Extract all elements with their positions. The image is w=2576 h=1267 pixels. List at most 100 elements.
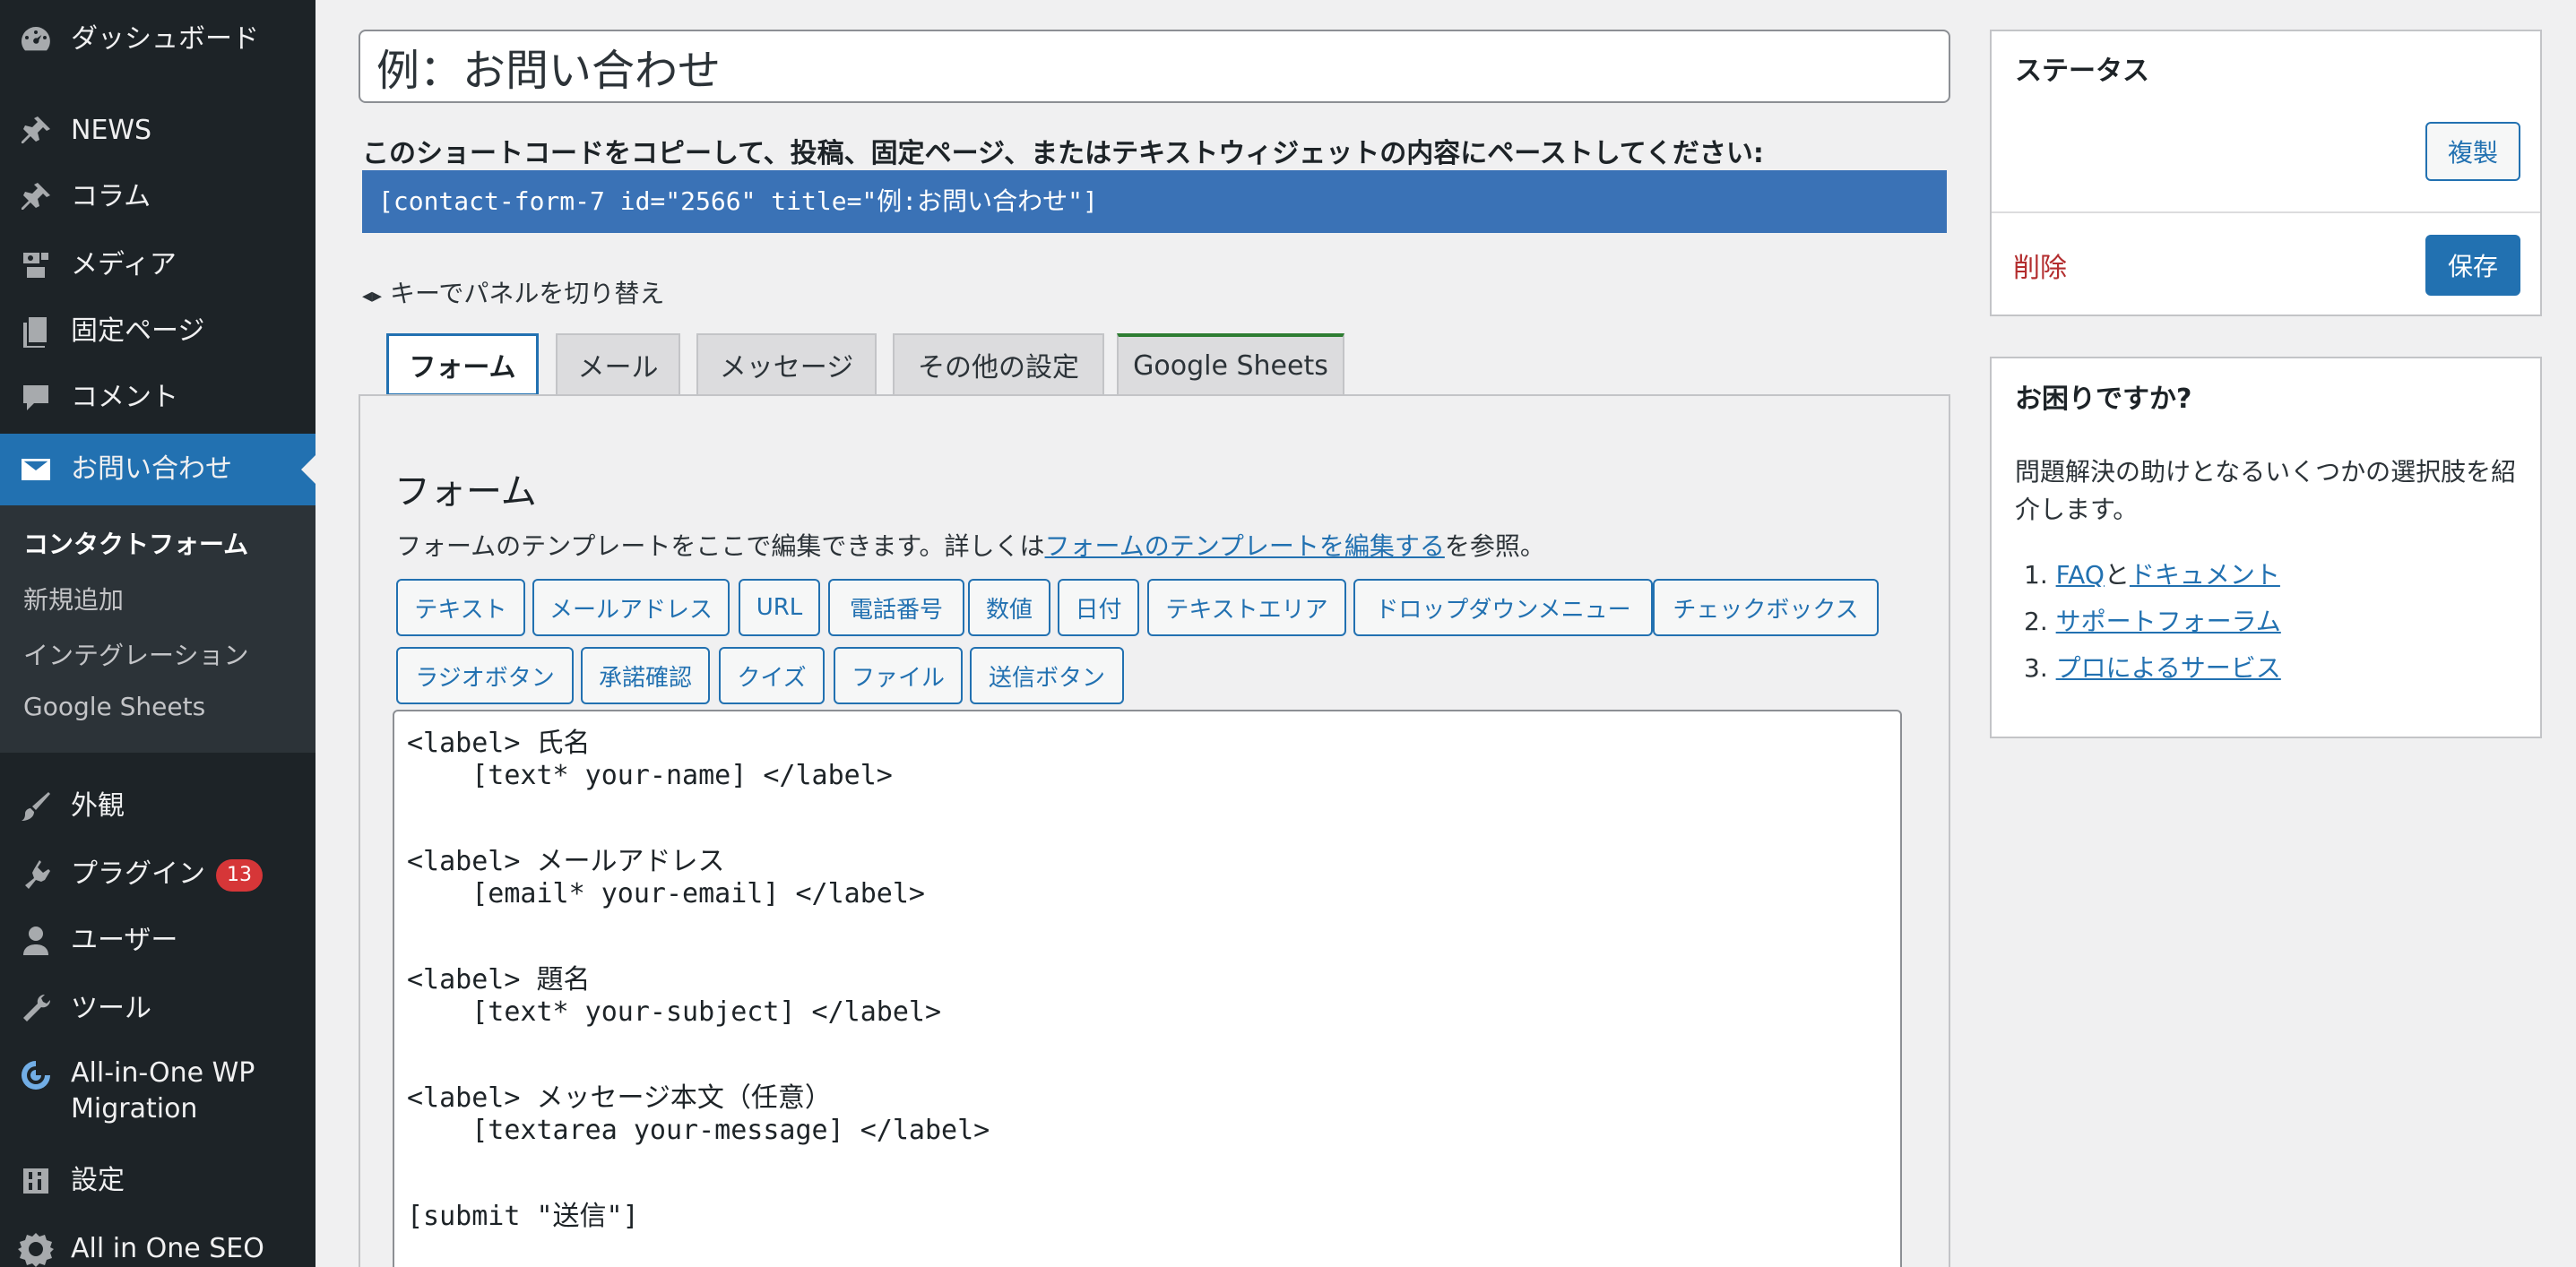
code-line: [text* your-name] </label>: [407, 760, 893, 791]
menu-item-column[interactable]: コラム: [0, 170, 316, 224]
pin-icon: [16, 111, 56, 151]
help-list-item: 3. プロによるサービス: [2024, 649, 2281, 685]
pro-services-link[interactable]: プロによるサービス: [2056, 653, 2281, 683]
tab-additional-settings[interactable]: その他の設定: [893, 333, 1104, 394]
wrench-icon: [16, 989, 56, 1029]
menu-item-appearance[interactable]: 外観: [0, 780, 316, 833]
menu-item-comments[interactable]: コメント: [0, 371, 316, 425]
menu-item-media[interactable]: メディア: [0, 238, 316, 292]
tag-button-dropdown[interactable]: ドロップダウンメニュー: [1353, 579, 1653, 636]
menu-item-contact[interactable]: お問い合わせ: [0, 434, 316, 505]
tab-messages[interactable]: メッセージ: [696, 333, 877, 394]
contact-submenu: コンタクトフォーム 新規追加 インテグレーション Google Sheets: [0, 505, 316, 753]
plugin-icon: [16, 855, 56, 894]
settings-icon: [16, 1161, 56, 1201]
menu-label: コラム: [71, 181, 151, 212]
panel-desc-pre: フォームのテンプレートをここで編集できます。詳しくは: [396, 531, 1045, 561]
tag-button-submit[interactable]: 送信ボタン: [970, 647, 1124, 704]
pin-icon: [16, 177, 56, 217]
status-box-title: ステータス: [2015, 56, 2149, 87]
seo-gear-icon: [16, 1229, 56, 1267]
update-count-badge: 13: [216, 859, 263, 892]
menu-item-users[interactable]: ユーザー: [0, 914, 316, 968]
duplicate-button[interactable]: 複製: [2425, 122, 2520, 181]
submenu-integration[interactable]: インテグレーション: [23, 636, 248, 672]
help-list-item: 1. FAQとドキュメント: [2024, 556, 2280, 591]
menu-label: メディア: [71, 249, 177, 280]
tag-button-number[interactable]: 数値: [968, 579, 1050, 636]
code-line: [submit "送信"]: [407, 1201, 639, 1232]
menu-item-pages[interactable]: 固定ページ: [0, 305, 316, 358]
list-number: 2.: [2024, 607, 2048, 636]
pages-icon: [16, 312, 56, 351]
support-forum-link[interactable]: サポートフォーラム: [2056, 607, 2281, 636]
menu-item-settings[interactable]: 設定: [0, 1154, 316, 1208]
tag-button-checkbox[interactable]: チェックボックス: [1653, 579, 1879, 636]
menu-label: お問い合わせ: [71, 453, 232, 485]
submenu-add-new[interactable]: 新規追加: [23, 581, 124, 616]
menu-label: コメント: [71, 382, 178, 413]
tab-form[interactable]: フォーム: [386, 333, 539, 396]
tag-button-textarea[interactable]: テキストエリア: [1147, 579, 1346, 636]
delete-link[interactable]: 削除: [2013, 246, 2067, 285]
tab-mail[interactable]: メール: [556, 333, 680, 394]
tag-button-url[interactable]: URL: [739, 579, 820, 636]
user-icon: [16, 921, 56, 961]
menu-label: All in One SEO: [71, 1233, 264, 1264]
faq-link[interactable]: FAQ: [2056, 560, 2105, 590]
docs-link[interactable]: ドキュメント: [2130, 560, 2280, 590]
help-box-title: お困りですか?: [2015, 384, 2192, 415]
arrow-keys-icon: ◂▸: [362, 285, 383, 307]
shortcode-field[interactable]: [contact-form-7 id="2566" title="例:お問い合わ…: [362, 170, 1947, 233]
admin-sidebar: ダッシュボード NEWS コラム メディア 固定ページ コメント お問い合わせ …: [0, 0, 316, 1267]
menu-item-dashboard[interactable]: ダッシュボード: [0, 13, 316, 66]
code-line: [email* your-email] </label>: [407, 878, 925, 909]
mail-icon: [16, 450, 56, 489]
form-title-input[interactable]: [359, 30, 1950, 103]
submenu-contact-forms[interactable]: コンタクトフォーム: [23, 525, 248, 561]
conjunction-text: と: [2104, 560, 2130, 590]
list-number: 1.: [2024, 560, 2048, 590]
code-line: <label> 氏名: [407, 728, 591, 759]
tab-google-sheets[interactable]: Google Sheets: [1117, 333, 1344, 394]
menu-item-migration[interactable]: All-in-One WP Migration: [0, 1056, 316, 1136]
menu-item-news[interactable]: NEWS: [0, 104, 316, 158]
code-line: [text* your-subject] </label>: [407, 996, 942, 1028]
menu-label-text: プラグイン: [71, 858, 205, 890]
menu-label: NEWS: [71, 115, 152, 146]
edit-template-link[interactable]: フォームのテンプレートを編集する: [1045, 531, 1445, 561]
dashboard-icon: [16, 20, 56, 59]
panel-title: フォーム: [394, 471, 537, 513]
form-template-editor[interactable]: [393, 710, 1902, 1267]
menu-label: ユーザー: [71, 925, 178, 956]
menu-item-all-in-one-seo[interactable]: All in One SEO: [0, 1222, 316, 1267]
panel-desc-post: を参照。: [1444, 531, 1545, 561]
status-divider: [1992, 211, 2540, 213]
tag-button-file[interactable]: ファイル: [834, 647, 963, 704]
tag-button-tel[interactable]: 電話番号: [828, 579, 964, 636]
code-line: <label> 題名: [407, 964, 591, 996]
menu-label-line2: Migration: [71, 1093, 198, 1125]
menu-item-plugins[interactable]: プラグイン 13: [0, 848, 316, 901]
tag-button-text[interactable]: テキスト: [396, 579, 525, 636]
menu-item-tools[interactable]: ツール: [0, 982, 316, 1036]
panel-switch-hint: ◂▸ キーでパネルを切り替え: [362, 274, 664, 310]
menu-label: 外観: [71, 790, 125, 822]
panel-switch-hint-text: キーでパネルを切り替え: [390, 279, 665, 308]
tag-button-quiz[interactable]: クイズ: [719, 647, 825, 704]
list-number: 3.: [2024, 653, 2048, 683]
media-icon: [16, 246, 56, 285]
code-line: <label> メッセージ本文（任意）: [407, 1082, 832, 1114]
tag-button-date[interactable]: 日付: [1058, 579, 1139, 636]
menu-label: ツール: [71, 993, 151, 1024]
menu-label: All-in-One WP: [71, 1057, 255, 1089]
tag-button-email[interactable]: メールアドレス: [532, 579, 730, 636]
submenu-google-sheets[interactable]: Google Sheets: [23, 692, 205, 721]
code-line: [textarea your-message] </label>: [407, 1115, 990, 1146]
help-box-text: 問題解決の助けとなるいくつかの選択肢を紹介します。: [2015, 457, 2517, 524]
tag-button-radio[interactable]: ラジオボタン: [396, 647, 574, 704]
shortcode-instruction: このショートコードをコピーして、投稿、固定ページ、またはテキストウィジェットの内…: [362, 138, 1764, 169]
help-list-item: 2. サポートフォーラム: [2024, 602, 2281, 638]
tag-button-acceptance[interactable]: 承諾確認: [581, 647, 710, 704]
save-button[interactable]: 保存: [2425, 235, 2520, 296]
